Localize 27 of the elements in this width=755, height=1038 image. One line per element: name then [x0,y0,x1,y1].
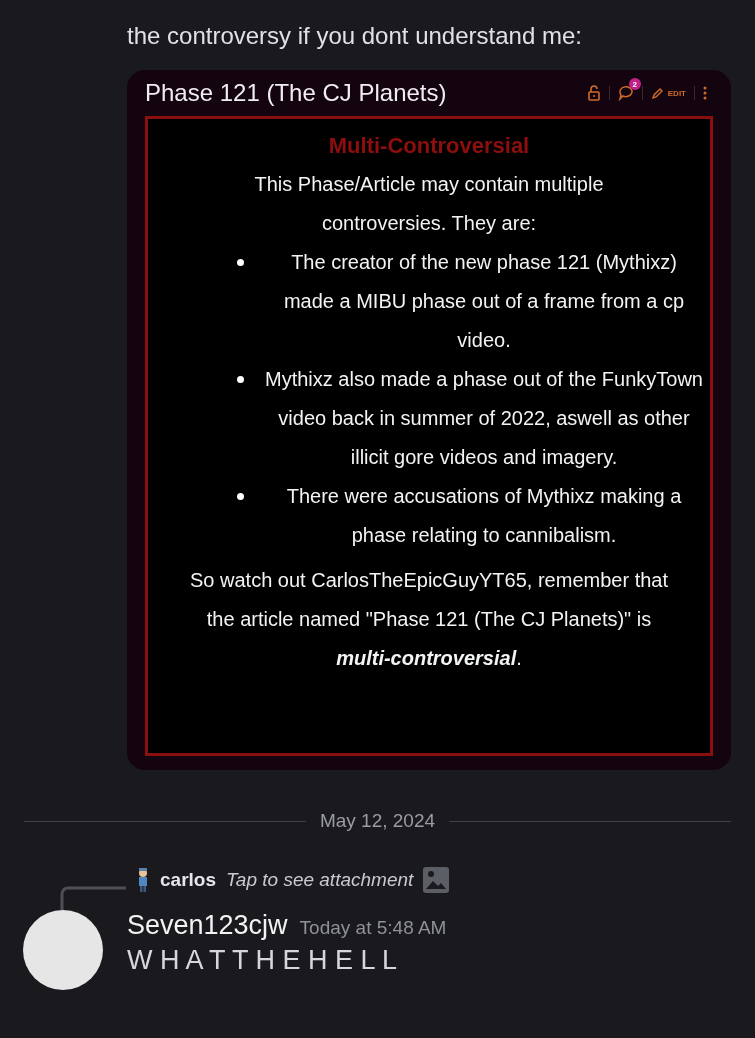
date-divider: May 12, 2024 [319,810,436,832]
bullet-text: There were accusations of Mythixz making a phase relating to cannibalism. [285,484,683,548]
user-avatar-icon [136,866,150,894]
comment-icon[interactable] [617,85,634,101]
more-icon[interactable] [703,86,707,100]
lock-icon[interactable] [586,85,601,101]
bullet-icon [237,493,244,500]
reply-line [60,886,126,910]
bullet-icon [237,259,244,266]
page-title: Phase 121 (The CJ Planets) [145,79,447,107]
comment-count: 2 [628,78,641,90]
image-icon [423,867,450,893]
bullet-text: The creator of the new phase 121 (Mythixz) made a MIBU phase out of a frame from a cp video. [282,250,686,353]
bullet-text: Mythixz also made a phase out of the FunkyTown video back in summer of 2022, aswell as other illicit gore videos and imagery. [264,367,704,470]
reply-preview[interactable]: Tap to see attachment [226,869,414,891]
notice-heading: Multi-Controversial [328,132,530,160]
message-text: the controversy if you dont understand me: [127,21,583,51]
notice-intro: This Phase/Article may contain multiple controversies. They are: [253,172,605,236]
reply-author[interactable]: carlos [160,869,216,891]
notice-closing: So watch out CarlosTheEpicGuyYT65, remember that the article named "Phase 121 (The CJ Planets)" is multi-controversial. [189,568,669,671]
bullet-icon [237,376,244,383]
pencil-icon [650,86,664,100]
message-text: W H A T T H E H E L L [127,945,399,976]
edit-button[interactable]: EDIT [650,86,686,100]
timestamp: Today at 5:48 AM [299,917,447,939]
username[interactable]: Seven123cjw [127,910,288,941]
avatar[interactable] [23,910,103,990]
